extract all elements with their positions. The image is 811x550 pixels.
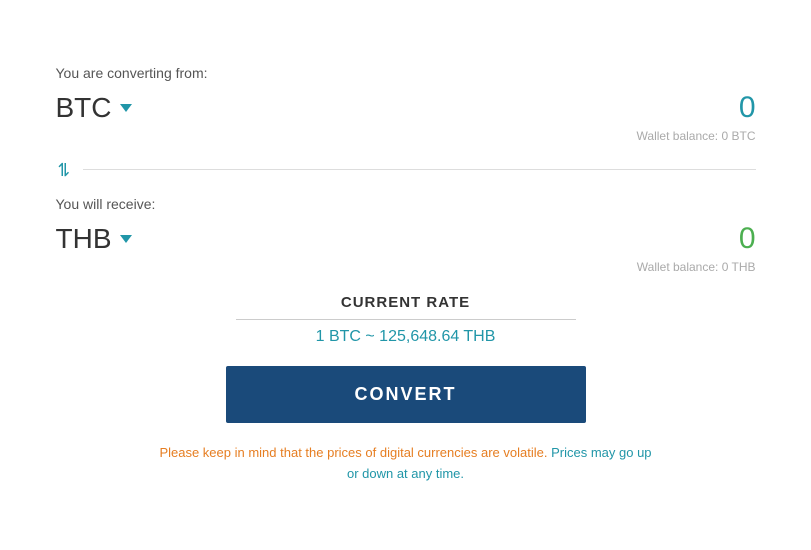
converter-container: You are converting from: BTC 0 Wallet ba… (26, 45, 786, 505)
to-currency-row: THB 0 (56, 222, 756, 256)
rate-value: 1 BTC ~ 125,648.64 THB (56, 328, 756, 346)
from-wallet-balance: Wallet balance: 0 BTC (56, 129, 756, 143)
current-rate-section: CURRENT RATE 1 BTC ~ 125,648.64 THB (56, 294, 756, 346)
to-amount[interactable]: 0 (739, 222, 756, 256)
current-rate-label: CURRENT RATE (56, 294, 756, 311)
disclaimer-text: Please keep in mind that the prices of d… (156, 443, 656, 485)
from-chevron-icon (120, 104, 132, 112)
from-amount[interactable]: 0 (739, 91, 756, 125)
to-chevron-icon (120, 235, 132, 243)
to-wallet-balance: Wallet balance: 0 THB (56, 260, 756, 274)
convert-button[interactable]: CONVERT (226, 366, 586, 423)
from-currency-row: BTC 0 (56, 91, 756, 125)
from-label: You are converting from: (56, 65, 756, 81)
to-label: You will receive: (56, 196, 756, 212)
to-currency-selector[interactable]: THB (56, 223, 132, 255)
from-currency-code: BTC (56, 92, 112, 124)
divider-row: ⇌ (56, 159, 756, 180)
disclaimer-part1: Please keep in mind that the prices of d… (159, 445, 547, 460)
rate-divider (236, 319, 576, 320)
to-currency-code: THB (56, 223, 112, 255)
swap-icon[interactable]: ⇌ (53, 162, 74, 177)
divider-line (83, 169, 756, 170)
from-currency-selector[interactable]: BTC (56, 92, 132, 124)
